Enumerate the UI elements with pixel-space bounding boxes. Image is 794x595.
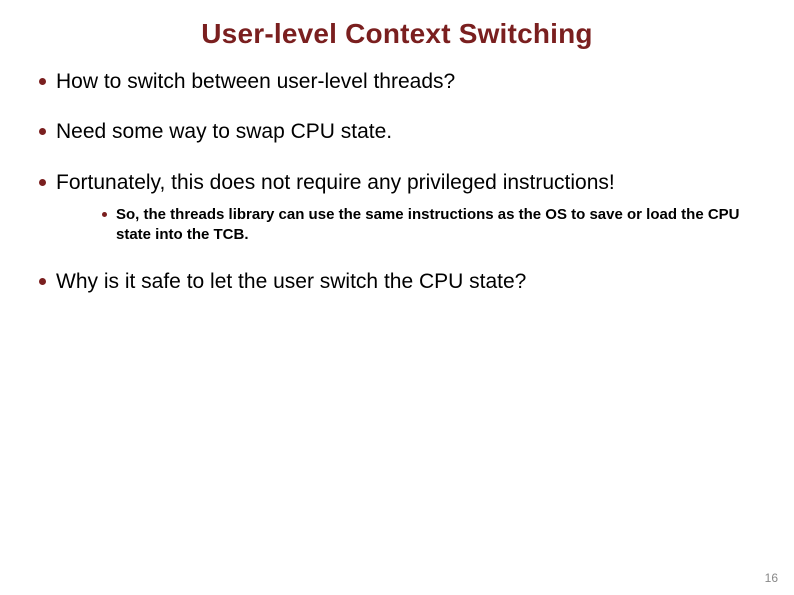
bullet-list: How to switch between user-level threads…: [30, 68, 764, 296]
list-item: How to switch between user-level threads…: [30, 68, 764, 96]
bullet-text: Fortunately, this does not require any p…: [56, 171, 615, 194]
bullet-text: Why is it safe to let the user switch th…: [56, 270, 526, 293]
list-item: Why is it safe to let the user switch th…: [30, 268, 764, 296]
sub-bullet-text: So, the threads library can use the same…: [116, 206, 740, 243]
list-item: Need some way to swap CPU state.: [30, 118, 764, 146]
sub-list-item: So, the threads library can use the same…: [96, 205, 764, 246]
page-number: 16: [765, 571, 778, 585]
slide: User-level Context Switching How to swit…: [0, 0, 794, 595]
bullet-text: Need some way to swap CPU state.: [56, 120, 392, 143]
bullet-text: How to switch between user-level threads…: [56, 70, 455, 93]
sub-bullet-list: So, the threads library can use the same…: [56, 205, 764, 246]
list-item: Fortunately, this does not require any p…: [30, 169, 764, 246]
page-title: User-level Context Switching: [30, 18, 764, 50]
